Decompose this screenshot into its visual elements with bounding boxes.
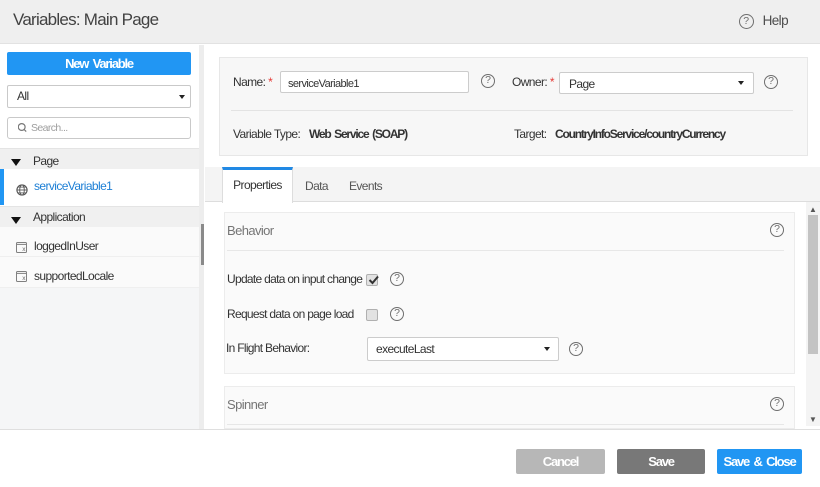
svg-text:x: x xyxy=(22,246,26,253)
svg-text:x: x xyxy=(22,275,26,282)
